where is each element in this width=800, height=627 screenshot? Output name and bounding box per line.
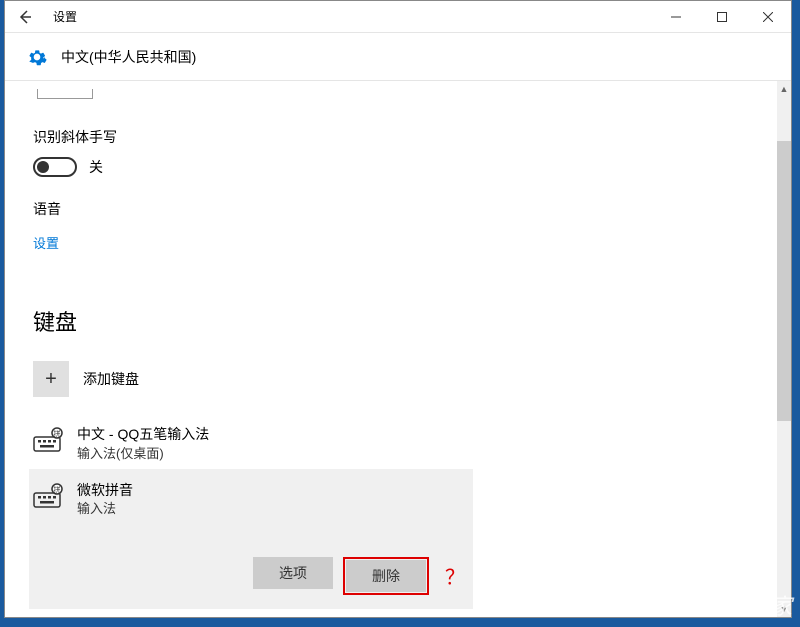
- keyboard-item-text: 中文 - QQ五笔输入法 输入法(仅桌面): [77, 425, 209, 463]
- keyboard-name: 微软拼音: [77, 481, 133, 501]
- minimize-button[interactable]: [653, 1, 699, 33]
- handwriting-state: 关: [89, 157, 103, 177]
- close-button[interactable]: [745, 1, 791, 33]
- keyboards-heading: 键盘: [33, 305, 753, 337]
- toggle-knob-icon: [37, 161, 49, 173]
- keyboard-item[interactable]: 拼 中文 - QQ五笔输入法 输入法(仅桌面): [33, 419, 753, 469]
- window-title: 设置: [53, 8, 77, 25]
- add-keyboard-button[interactable]: + 添加键盘: [33, 361, 753, 397]
- handwriting-toggle-row: 关: [33, 157, 753, 177]
- keyboard-actions: 选项 删除 ？: [33, 557, 469, 595]
- content-wrapper: 识别斜体手写 关 语音 设置 键盘 + 添加键盘 拼: [5, 81, 791, 617]
- svg-text:拼: 拼: [54, 429, 61, 438]
- handwriting-label: 识别斜体手写: [33, 127, 753, 147]
- options-button[interactable]: 选项: [253, 557, 333, 589]
- scroll-down-icon[interactable]: ▼: [777, 601, 791, 617]
- close-icon: [763, 12, 773, 22]
- content-area: 识别斜体手写 关 语音 设置 键盘 + 添加键盘 拼: [5, 81, 781, 617]
- back-button[interactable]: [5, 1, 45, 33]
- voice-settings-link[interactable]: 设置: [33, 233, 59, 252]
- gear-icon: [27, 47, 47, 67]
- remove-button[interactable]: 删除: [346, 560, 426, 592]
- keyboard-item-selected[interactable]: 拼 微软拼音 输入法 选项 删除 ？: [29, 469, 473, 609]
- maximize-icon: [717, 12, 727, 22]
- window-controls: [653, 1, 791, 33]
- highlight-annotation: 删除: [343, 557, 429, 595]
- handwriting-toggle[interactable]: [33, 157, 77, 177]
- keyboard-item-text: 微软拼音 输入法: [77, 481, 133, 519]
- keyboard-icon: 拼: [33, 483, 63, 509]
- titlebar: 设置: [5, 1, 791, 33]
- keyboard-sub: 输入法: [77, 500, 133, 518]
- settings-window: 设置 中文(中华人民共和国) 识别斜体手写: [4, 0, 792, 618]
- scroll-thumb[interactable]: [777, 141, 791, 421]
- page-header: 中文(中华人民共和国): [5, 33, 791, 81]
- page-title: 中文(中华人民共和国): [61, 47, 196, 67]
- scroll-up-icon[interactable]: ▲: [777, 81, 791, 97]
- voice-label: 语音: [33, 199, 753, 219]
- add-keyboard-label: 添加键盘: [83, 369, 139, 389]
- svg-text:拼: 拼: [54, 485, 61, 494]
- back-arrow-icon: [17, 9, 33, 25]
- keyboard-icon: 拼: [33, 427, 63, 453]
- partial-box: [37, 89, 93, 99]
- vertical-scrollbar[interactable]: ▲ ▼: [777, 81, 791, 617]
- keyboard-name: 中文 - QQ五笔输入法: [77, 425, 209, 445]
- maximize-button[interactable]: [699, 1, 745, 33]
- plus-icon: +: [33, 361, 69, 397]
- minimize-icon: [671, 12, 681, 22]
- keyboard-sub: 输入法(仅桌面): [77, 445, 209, 463]
- question-mark-annotation: ？: [445, 561, 465, 590]
